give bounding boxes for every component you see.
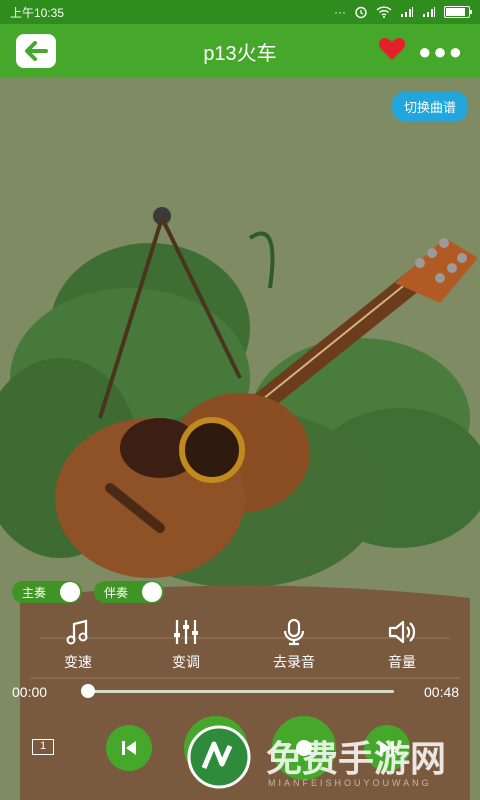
lead-toggle-knob (60, 582, 80, 602)
watermark: 免费手游网 MIANFEISHOUYOUWANG (186, 722, 476, 794)
signal-icon-2 (423, 7, 435, 17)
accompaniment-toggle-knob (142, 582, 162, 602)
watermark-text: 免费手游网 (266, 738, 447, 780)
progress-thumb[interactable] (81, 684, 95, 698)
volume-icon (388, 620, 416, 644)
track-toggles: 主奏 伴奏 (12, 581, 164, 603)
back-arrow-icon (25, 41, 48, 61)
header-bar: p13火车 ●●● (0, 24, 480, 78)
playback-controls: 变速 变调 去录音 音量 (0, 618, 480, 678)
progress-bar: 00:00 00:48 (0, 684, 480, 704)
status-time: 上午10:35 (10, 5, 65, 20)
status-bar: 上午10:35 ··· (0, 0, 480, 24)
accompaniment-toggle-label: 伴奏 (104, 585, 129, 600)
previous-icon (122, 741, 136, 755)
battery-icon (444, 6, 472, 18)
switch-score-button[interactable]: 切换曲谱 (391, 92, 468, 121)
watermark-subtext: MIANFEISHOUYOUWANG (268, 778, 432, 788)
progress-track[interactable] (86, 690, 394, 693)
loop-mode-button[interactable]: 1 (32, 739, 54, 755)
back-button[interactable] (16, 34, 56, 68)
pitch-button[interactable]: 变调 (146, 618, 226, 672)
alarm-icon (355, 6, 367, 19)
status-icons: ··· (334, 5, 472, 19)
sliders-icon (174, 620, 198, 644)
watermark-logo-icon (187, 725, 251, 789)
pitch-label: 变调 (172, 654, 200, 670)
previous-button[interactable] (106, 725, 152, 771)
speed-label: 变速 (64, 654, 92, 670)
volume-label: 音量 (388, 654, 416, 670)
microphone-icon (283, 618, 305, 646)
total-time: 00:48 (424, 684, 460, 700)
speed-button[interactable]: 变速 (38, 618, 118, 672)
more-menu-icon[interactable]: ●●● (418, 39, 464, 65)
page-title: p13火车 (203, 42, 277, 65)
remove-recording-label: 去录音 (273, 654, 315, 670)
current-time: 00:00 (12, 684, 48, 700)
more-status-icon: ··· (334, 5, 346, 19)
lead-toggle[interactable]: 主奏 (12, 581, 82, 603)
wifi-icon (376, 6, 392, 18)
lead-toggle-label: 主奏 (22, 585, 47, 600)
accompaniment-toggle[interactable]: 伴奏 (94, 581, 164, 603)
signal-icon (401, 7, 413, 17)
volume-button[interactable]: 音量 (362, 618, 442, 672)
loop-mode-label: 1 (39, 740, 47, 752)
favorite-heart-icon[interactable] (378, 36, 406, 62)
remove-recording-button[interactable]: 去录音 (254, 618, 334, 672)
music-note-icon (66, 619, 88, 645)
